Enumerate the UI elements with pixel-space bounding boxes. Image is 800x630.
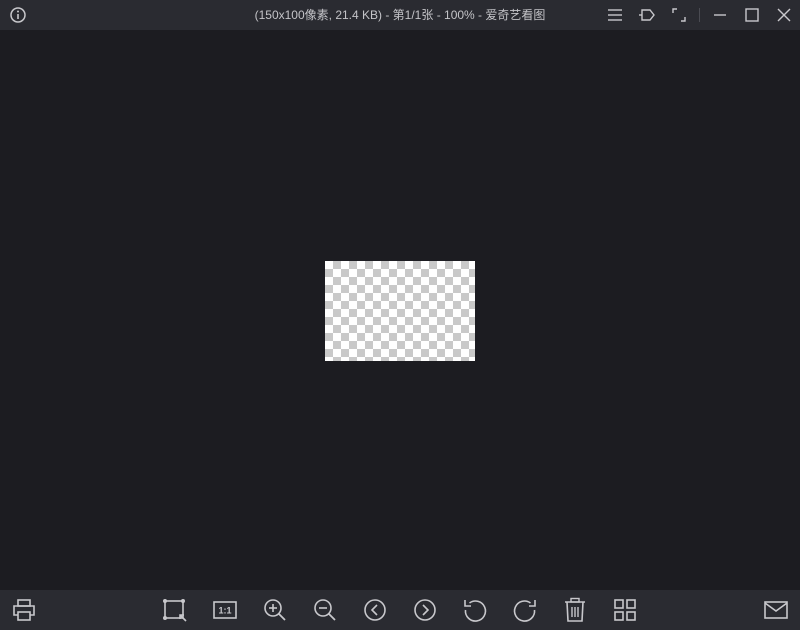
- next-icon[interactable]: [411, 596, 439, 624]
- titlebar-divider: [699, 8, 700, 22]
- print-icon[interactable]: [10, 596, 38, 624]
- image-viewport[interactable]: [0, 30, 800, 590]
- fullscreen-icon[interactable]: [669, 5, 689, 25]
- rotate-right-icon[interactable]: [511, 596, 539, 624]
- pin-icon[interactable]: [637, 5, 657, 25]
- close-icon[interactable]: [774, 5, 794, 25]
- rotate-left-icon[interactable]: [461, 596, 489, 624]
- email-icon[interactable]: [762, 596, 790, 624]
- minimize-icon[interactable]: [710, 5, 730, 25]
- actual-size-label: 1:1: [218, 606, 231, 616]
- zoom-out-icon[interactable]: [311, 596, 339, 624]
- zoom-in-icon[interactable]: [261, 596, 289, 624]
- previous-icon[interactable]: [361, 596, 389, 624]
- fit-window-icon[interactable]: [161, 596, 189, 624]
- thumbnails-icon[interactable]: [611, 596, 639, 624]
- title-bar: (150x100像素, 21.4 KB) - 第1/1张 - 100% - 爱奇…: [0, 0, 800, 30]
- delete-icon[interactable]: [561, 596, 589, 624]
- actual-size-icon[interactable]: 1:1: [211, 596, 239, 624]
- transparent-image-preview[interactable]: [325, 261, 475, 361]
- bottom-toolbar: 1:1: [0, 590, 800, 630]
- menu-icon[interactable]: [605, 5, 625, 25]
- maximize-icon[interactable]: [742, 5, 762, 25]
